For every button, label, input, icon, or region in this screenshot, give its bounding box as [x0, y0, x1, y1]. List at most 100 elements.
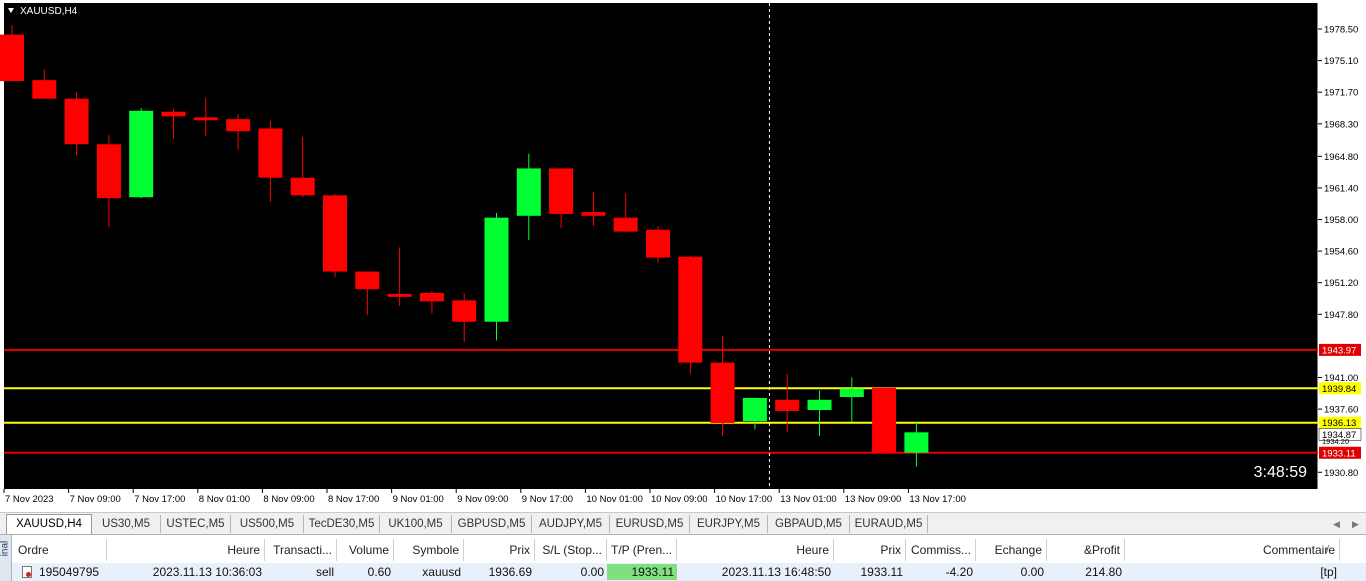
- candle-body-11: [355, 271, 380, 290]
- bar-countdown-timer: 3:48:59: [1254, 464, 1307, 481]
- tab-gbpaud-m5[interactable]: GBPAUD,M5: [768, 515, 850, 533]
- tab-scroll-right-icon[interactable]: ▶: [1352, 515, 1359, 533]
- bid-partial-label: 1934.20: [1322, 437, 1349, 446]
- x-tick-label-10: 10 Nov 09:00: [651, 494, 708, 505]
- column-header-12[interactable]: &Profit: [1047, 539, 1125, 561]
- column-header-6[interactable]: S/L (Stop...: [535, 539, 607, 561]
- candle-body-6: [193, 117, 218, 121]
- x-tick-label-4: 8 Nov 09:00: [263, 494, 314, 505]
- candle-body-24: [775, 399, 800, 411]
- x-tick-label-13: 13 Nov 09:00: [845, 494, 902, 505]
- candle-body-3: [96, 144, 121, 199]
- candle-body-13: [419, 292, 444, 302]
- column-header-0[interactable]: Ordre: [14, 539, 107, 561]
- candle-body-4: [129, 110, 154, 198]
- candle-body-20: [646, 229, 670, 258]
- column-header-3[interactable]: Volume: [337, 539, 394, 561]
- terminal-panel: inal Ordre Heure Transacti... Volume Symbole…: [0, 534, 1366, 581]
- y-tick-label-1: 1975.10: [1324, 56, 1358, 67]
- candle-body-2: [64, 98, 89, 145]
- x-tick-label-5: 8 Nov 17:00: [328, 494, 379, 505]
- y-tick-label-9: 1947.80: [1324, 310, 1358, 321]
- column-header-2[interactable]: Transacti...: [265, 539, 337, 561]
- candle-body-7: [226, 119, 251, 132]
- x-tick-label-14: 13 Nov 17:00: [909, 494, 966, 505]
- candle-body-16: [516, 168, 541, 216]
- x-tick-label-9: 10 Nov 01:00: [586, 494, 643, 505]
- row-cell-2: sell: [315, 565, 334, 579]
- tab-gbpusd-m5[interactable]: GBPUSD,M5: [452, 515, 532, 533]
- row-cell-10: -4.20: [945, 565, 973, 579]
- candle-body-1: [32, 80, 57, 99]
- candle-body-21: [678, 256, 703, 363]
- column-header-5[interactable]: Prix: [464, 539, 535, 561]
- y-tick-label-0: 1978.50: [1324, 25, 1358, 36]
- tab-euraud-m5[interactable]: EURAUD,M5: [850, 515, 928, 533]
- tab-ustec-m5[interactable]: USTEC,M5: [161, 515, 231, 533]
- x-tick-label-6: 9 Nov 01:00: [393, 494, 444, 505]
- level-label-1: 1939.84: [1322, 384, 1356, 395]
- column-header-10[interactable]: Commiss...: [906, 539, 976, 561]
- x-tick-label-2: 7 Nov 17:00: [134, 494, 185, 505]
- order-doc-icon: [22, 566, 32, 578]
- chart-tabs-bar: XAUUSD,H4 US30,M5 USTEC,M5 US500,M5 TecDE30,…: [0, 512, 1366, 534]
- candle-body-14: [452, 300, 477, 322]
- tab-audjpy-m5[interactable]: AUDJPY,M5: [532, 515, 610, 533]
- tab-uk100-m5[interactable]: UK100,M5: [380, 515, 452, 533]
- candlestick-chart[interactable]: 1978.50 1975.10 1971.70 1968.30 1964.80 1961.…: [0, 0, 1366, 512]
- tab-us500-m5[interactable]: US500,M5: [231, 515, 304, 533]
- column-header-8[interactable]: Heure: [677, 539, 834, 561]
- candle-body-9: [290, 177, 315, 196]
- row-cell-11: 0.00: [1020, 565, 1044, 579]
- x-tick-label-1: 7 Nov 09:00: [70, 494, 121, 505]
- candle-body-18: [581, 212, 606, 216]
- column-header-11[interactable]: Echange: [976, 539, 1047, 561]
- tab-eurusd-m5[interactable]: EURUSD,M5: [610, 515, 690, 533]
- tab-us30-m5[interactable]: US30,M5: [92, 515, 161, 533]
- row-cell-9: 1933.11: [860, 565, 904, 579]
- candle-body-27: [872, 387, 897, 453]
- tab-xauusd-h4[interactable]: XAUUSD,H4: [6, 514, 92, 534]
- tab-eurjpy-m5[interactable]: EURJPY,M5: [690, 515, 768, 533]
- row-cell-4: xauusd: [422, 565, 461, 579]
- y-tick-label-7: 1954.60: [1324, 247, 1358, 258]
- y-tick-label-4: 1964.80: [1324, 152, 1358, 163]
- chart-symbol-title: XAUUSD,H4: [20, 6, 78, 17]
- row-cell-7: 1933.11: [607, 564, 677, 580]
- level-label-3: 1933.11: [1322, 448, 1356, 459]
- tab-scroll-left-icon[interactable]: ◀: [1333, 515, 1340, 533]
- y-tick-label-5: 1961.40: [1324, 183, 1358, 194]
- row-cell-0: 195049795: [39, 565, 100, 579]
- candle-body-28: [904, 432, 929, 453]
- row-cell-1: 2023.11.13 10:36:03: [152, 565, 262, 579]
- terminal-side-tab[interactable]: inal: [0, 535, 12, 581]
- sort-indicator-icon: /: [1326, 544, 1330, 556]
- column-header-7[interactable]: T/P (Pren...: [607, 539, 677, 561]
- price-chart[interactable]: 1978.50 1975.10 1971.70 1968.30 1964.80 1961.…: [0, 0, 1366, 512]
- x-tick-label-8: 9 Nov 17:00: [522, 494, 573, 505]
- candle-body-8: [258, 128, 283, 178]
- column-header-1[interactable]: Heure: [107, 539, 265, 561]
- x-tick-label-0: 7 Nov 2023: [5, 494, 54, 505]
- candle-body-12: [387, 293, 412, 297]
- y-tick-label-3: 1968.30: [1324, 119, 1358, 130]
- y-tick-label-8: 1951.20: [1324, 278, 1358, 289]
- candle-body-26: [839, 388, 864, 398]
- x-tick-label-12: 13 Nov 01:00: [780, 494, 837, 505]
- tab-tecde30-m5[interactable]: TecDE30,M5: [304, 515, 380, 533]
- candle-body-17: [549, 168, 574, 214]
- column-header-9[interactable]: Prix: [834, 539, 906, 561]
- row-cell-5: 1936.69: [488, 565, 532, 579]
- row-cell-13: [tp]: [1320, 565, 1337, 579]
- candle-body-23: [742, 397, 767, 422]
- y-tick-label-12: 1930.80: [1324, 468, 1358, 479]
- x-tick-label-7: 9 Nov 09:00: [457, 494, 508, 505]
- candle-body-5: [161, 111, 186, 117]
- row-cell-8: 2023.11.13 16:48:50: [721, 565, 831, 579]
- candle-body-0: [0, 34, 24, 82]
- y-tick-label-2: 1971.70: [1324, 88, 1358, 99]
- x-tick-label-11: 10 Nov 17:00: [716, 494, 773, 505]
- level-label-0: 1943.97: [1322, 345, 1356, 356]
- column-header-13[interactable]: Commentaire: [1125, 539, 1340, 561]
- column-header-4[interactable]: Symbole: [394, 539, 464, 561]
